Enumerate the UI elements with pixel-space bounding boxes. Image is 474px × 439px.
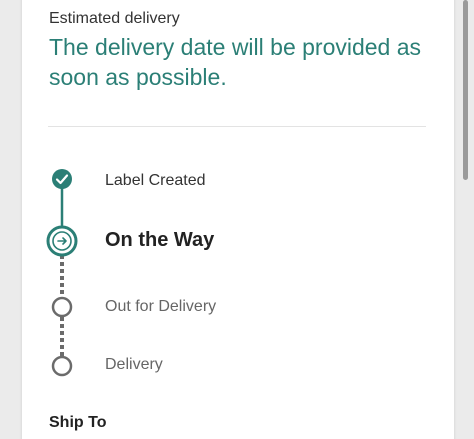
step-label-label-created: Label Created	[105, 172, 206, 189]
step-label-out-for-delivery: Out for Delivery	[105, 298, 217, 315]
tracking-timeline	[46, 169, 78, 377]
ship-to-heading: Ship To	[49, 414, 107, 431]
check-icon	[52, 169, 72, 189]
empty-circle-icon	[51, 296, 73, 318]
arrow-right-icon	[46, 225, 78, 257]
step-label-delivery: Delivery	[105, 356, 163, 373]
empty-circle-icon	[51, 355, 73, 377]
step-label-on-the-way: On the Way	[105, 229, 215, 251]
